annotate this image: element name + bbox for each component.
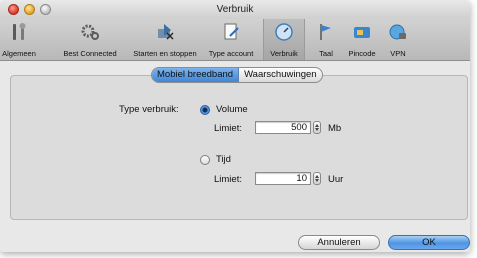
tijd-radio[interactable] — [200, 155, 210, 165]
stepper-up-icon[interactable] — [315, 175, 319, 178]
volume-limit-input[interactable]: 500 — [255, 121, 311, 134]
toolbar-item-verbruik[interactable]: Verbruik — [263, 19, 305, 60]
globe-lock-icon — [389, 24, 406, 40]
toolbar-item-starten-en-stoppen[interactable]: Starten en stoppen — [129, 19, 201, 60]
stepper-up-icon[interactable] — [315, 124, 319, 127]
cancel-button[interactable]: Annuleren — [298, 235, 380, 250]
minimize-button[interactable] — [24, 4, 35, 15]
tijd-label: Tijd — [216, 154, 231, 165]
zoom-button[interactable] — [40, 4, 51, 15]
tijd-unit: Uur — [328, 174, 344, 185]
toolbar-item-algemeen[interactable]: Algemeen — [0, 19, 38, 60]
tab-mobiel-breedband[interactable]: Mobiel breedband — [152, 68, 240, 82]
tijd-limit-label: Limiet: — [214, 174, 242, 185]
toolbar: Algemeen Best Connected Starten en stopp… — [0, 19, 470, 61]
tijd-limit-stepper[interactable] — [313, 172, 321, 185]
toolbar-item-best-connected[interactable]: Best Connected — [61, 19, 119, 60]
toolbar-item-type-account[interactable]: Type account — [205, 19, 257, 60]
document-pen-icon — [224, 23, 239, 40]
flag-icon — [320, 24, 331, 40]
window-title: Verbruik — [216, 4, 254, 15]
volume-limit-label: Limiet: — [214, 123, 242, 134]
volume-radio[interactable] — [200, 105, 210, 115]
ok-button[interactable]: OK — [388, 235, 470, 250]
tijd-limit-input[interactable]: 10 — [255, 172, 311, 185]
preferences-window: Verbruik Algemeen Best Connected Starten… — [0, 0, 470, 252]
type-verbruik-label: Type verbruik: — [119, 104, 179, 115]
volume-limit-stepper[interactable] — [313, 121, 321, 134]
gauge-icon — [275, 23, 293, 41]
stepper-down-icon[interactable] — [315, 179, 319, 182]
volume-unit: Mb — [328, 123, 342, 134]
gears-icon — [81, 24, 99, 40]
volume-label: Volume — [216, 104, 248, 115]
tab-waarschuwingen[interactable]: Waarschuwingen — [239, 68, 322, 82]
stepper-down-icon[interactable] — [315, 128, 319, 131]
settings-panel — [10, 75, 468, 220]
content-area: Mobiel breedband Waarschuwingen Type ver… — [0, 61, 470, 252]
start-stop-icon — [158, 24, 174, 40]
tab-segmented-control: Mobiel breedband Waarschuwingen — [151, 67, 323, 83]
close-button[interactable] — [8, 4, 19, 15]
toolbar-item-pincode[interactable]: Pincode — [343, 19, 381, 60]
title-bar: Verbruik — [0, 0, 470, 19]
toolbar-item-vpn[interactable]: VPN — [384, 19, 412, 60]
tools-icon — [13, 23, 26, 40]
toolbar-item-taal[interactable]: Taal — [311, 19, 341, 60]
sim-card-icon — [354, 27, 370, 38]
